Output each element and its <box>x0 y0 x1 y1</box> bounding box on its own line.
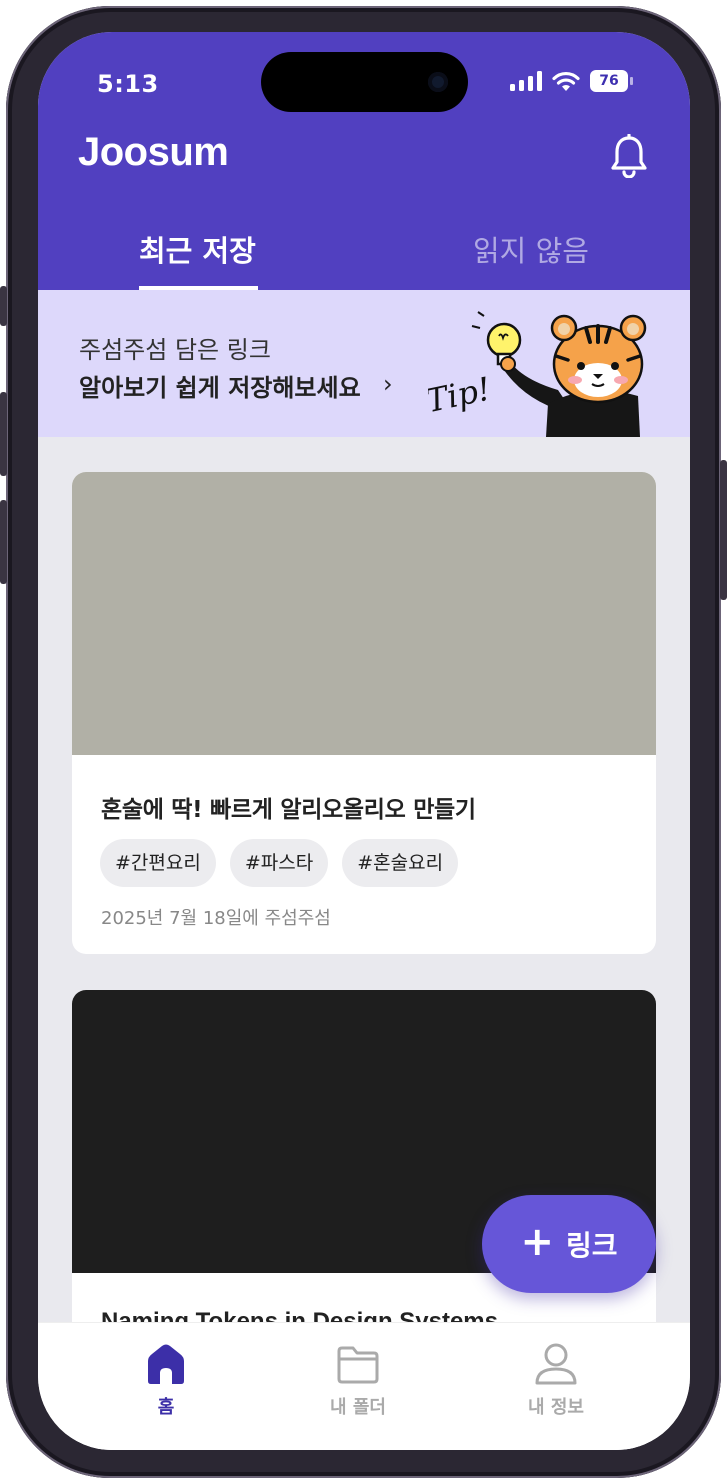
tag-chip[interactable]: #간편요리 <box>100 839 216 887</box>
banner-title: 알아보기 쉽게 저장해보세요 <box>79 374 361 402</box>
link-card[interactable]: 혼술에 딱! 빠르게 알리오올리오 만들기 #간편요리 #파스타 #혼술요리 2… <box>72 472 656 954</box>
tab-my-folder[interactable]: 내 폴더 <box>298 1343 418 1419</box>
add-link-button[interactable]: + 링크 <box>482 1195 656 1293</box>
side-button <box>0 500 7 584</box>
tab-my-folder-label: 내 폴더 <box>330 1397 386 1418</box>
side-button <box>720 460 727 600</box>
plus-icon: + <box>520 1219 554 1265</box>
tag-list: #간편요리 #파스타 #혼술요리 <box>100 839 459 887</box>
tab-unread[interactable]: 읽지 않음 <box>473 228 589 270</box>
tab-home-label: 홈 <box>157 1397 175 1418</box>
battery-level: 76 <box>599 73 619 89</box>
tab-my-info-label: 내 정보 <box>528 1397 584 1418</box>
chevron-right-icon: › <box>383 370 393 398</box>
tiger-mascot-illustration: Tip! <box>428 311 647 437</box>
tab-home[interactable]: 홈 <box>106 1343 226 1419</box>
side-button <box>0 286 7 326</box>
home-icon <box>148 1344 184 1384</box>
card-date: 2025년 7월 18일에 주섬주섬 <box>101 908 331 929</box>
app-screen: 5:13 76 Joosum 최근 저장 읽지 않음 주섬주섬 담은 링크 알아… <box>38 32 690 1450</box>
card-thumbnail-pasta <box>72 472 656 755</box>
banner-subtitle: 주섬주섬 담은 링크 <box>79 336 271 364</box>
bottom-tab-bar: 홈 내 폴더 내 정보 <box>38 1322 690 1450</box>
camera-icon <box>428 72 448 92</box>
tab-my-info[interactable]: 내 정보 <box>496 1343 616 1419</box>
tag-chip[interactable]: #혼술요리 <box>342 839 459 887</box>
light-bulb-icon <box>471 311 522 366</box>
folder-icon <box>337 1346 379 1384</box>
bell-icon[interactable] <box>610 134 648 178</box>
card-title: 혼술에 딱! 빠르게 알리오올리오 만들기 <box>101 797 476 823</box>
wifi-icon <box>552 71 580 91</box>
app-title: Joosum <box>78 130 229 174</box>
tip-banner[interactable]: 주섬주섬 담은 링크 알아보기 쉽게 저장해보세요 › Tip! <box>38 290 690 437</box>
tip-text: Tip! <box>428 369 494 420</box>
tag-chip[interactable]: #파스타 <box>229 839 329 887</box>
battery-icon: 76 <box>590 70 633 92</box>
add-link-label: 링크 <box>565 1229 618 1262</box>
side-button <box>0 392 7 476</box>
app-header: 5:13 76 Joosum 최근 저장 읽지 않음 <box>38 32 690 290</box>
status-icons: 76 <box>510 70 633 92</box>
person-icon <box>535 1343 577 1385</box>
tab-recent[interactable]: 최근 저장 <box>139 228 256 270</box>
signal-icon <box>510 71 542 91</box>
status-time: 5:13 <box>97 70 159 98</box>
dynamic-island <box>261 52 468 112</box>
